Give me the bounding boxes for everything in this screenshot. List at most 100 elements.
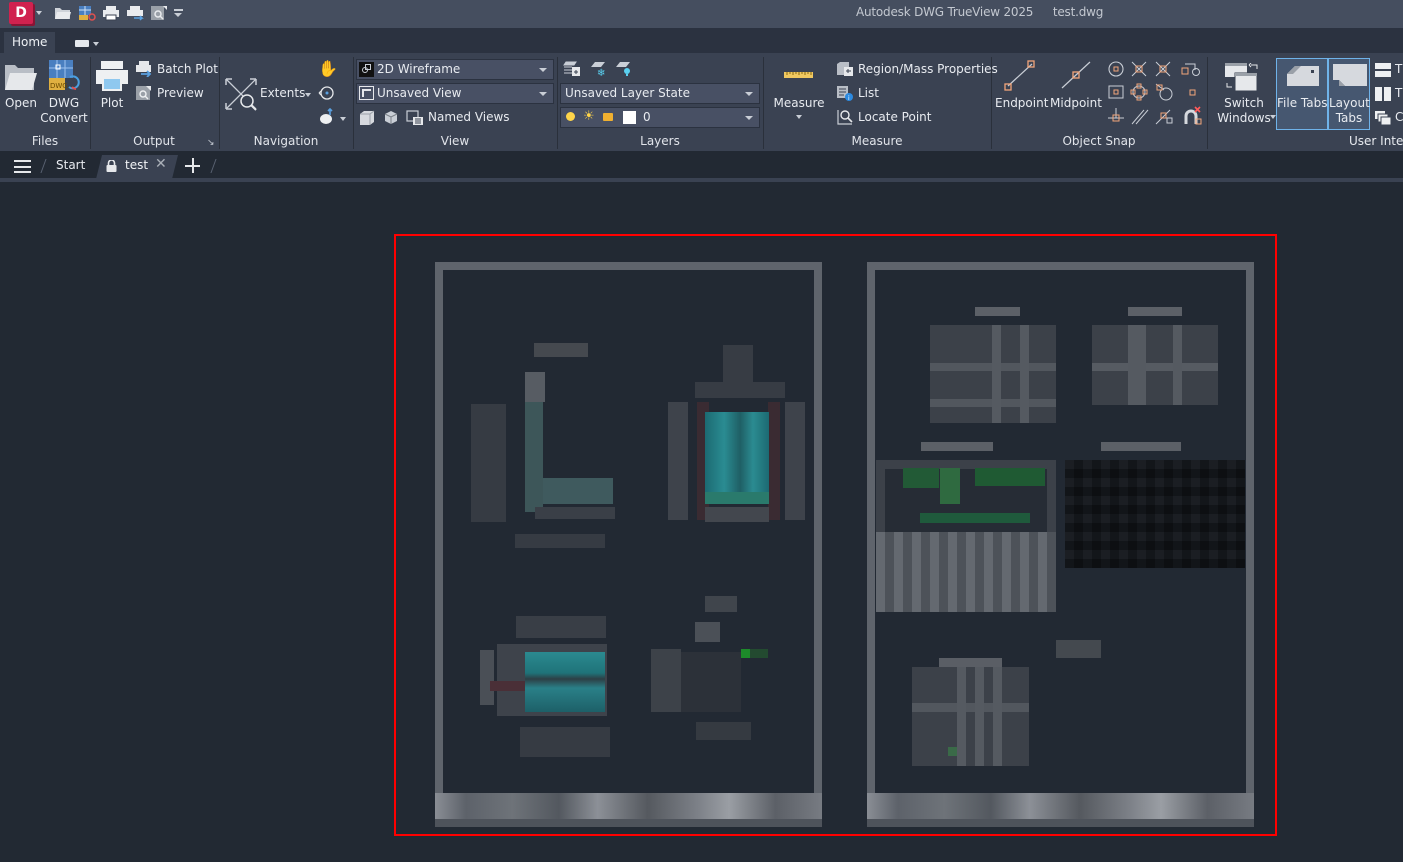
app-menu-chevron-icon[interactable] bbox=[36, 11, 42, 15]
tile-horizontally-icon[interactable] bbox=[1375, 63, 1391, 77]
panel-title-measure: Measure bbox=[851, 134, 903, 148]
region-mass-properties-button[interactable]: Region/Mass Properties bbox=[858, 62, 998, 76]
layout-tabs-icon bbox=[1333, 64, 1367, 86]
ribbon-minimize-button[interactable] bbox=[75, 40, 89, 47]
dialog-launcher-icon[interactable]: ↘ bbox=[207, 138, 215, 148]
preview-icon[interactable] bbox=[150, 5, 168, 21]
layer-dropdown[interactable]: ☀ 0 bbox=[560, 107, 760, 128]
tile-horizontally-label: T bbox=[1395, 62, 1403, 76]
dwg-convert-label-line1: DWG bbox=[48, 96, 80, 110]
extents-button[interactable]: Extents bbox=[260, 86, 305, 100]
chevron-down-icon bbox=[745, 92, 753, 96]
ribbon-tab-row: Home bbox=[0, 28, 1403, 53]
layer-freeze-icon[interactable]: ❄ bbox=[590, 61, 608, 77]
title-block-left bbox=[435, 793, 822, 827]
locate-point-button[interactable]: Locate Point bbox=[858, 110, 931, 124]
locate-point-icon bbox=[837, 110, 853, 125]
intersection-snap-icon[interactable] bbox=[1131, 61, 1147, 77]
title-block-right bbox=[867, 793, 1254, 827]
layer-properties-icon[interactable] bbox=[563, 61, 581, 77]
list-button[interactable]: List bbox=[858, 86, 879, 100]
dwg-convert-button[interactable]: DWG Convert bbox=[40, 96, 88, 126]
visual-style-dropdown[interactable]: 2D Wireframe bbox=[356, 59, 554, 80]
pan-hand-icon[interactable]: ✋ bbox=[318, 59, 338, 78]
steeringwheel-icon[interactable] bbox=[318, 108, 336, 126]
chevron-down-icon bbox=[745, 116, 753, 120]
perpendicular-snap-icon[interactable] bbox=[1108, 108, 1124, 122]
batch-plot-button[interactable]: Batch Plot bbox=[157, 62, 218, 76]
endpoint-button[interactable]: Endpoint bbox=[995, 96, 1048, 111]
named-view-dropdown[interactable]: Unsaved View bbox=[356, 83, 554, 104]
panel-title-navigation: Navigation bbox=[253, 134, 319, 148]
file-tab-bar: Start test ✕ bbox=[0, 151, 1403, 182]
named-views-button[interactable]: Named Views bbox=[428, 110, 510, 124]
app-menu-button[interactable]: D bbox=[9, 2, 33, 24]
snap-magnet-off-icon[interactable] bbox=[1184, 106, 1202, 125]
measure-ruler-icon[interactable] bbox=[784, 69, 814, 79]
parallel-snap-icon[interactable] bbox=[1131, 109, 1149, 125]
file-tabs-label: File Tabs bbox=[1277, 96, 1328, 110]
hamburger-menu-icon[interactable] bbox=[14, 160, 31, 173]
geometric-center-snap-icon[interactable] bbox=[1108, 85, 1124, 99]
center-snap-icon[interactable] bbox=[1108, 61, 1124, 77]
ribbon-minimize-chevron-icon[interactable] bbox=[93, 42, 99, 46]
midpoint-button[interactable]: Midpoint bbox=[1049, 96, 1103, 111]
layer-state-dropdown[interactable]: Unsaved Layer State bbox=[560, 83, 760, 104]
open-button[interactable]: Open bbox=[4, 96, 38, 111]
switch-windows-icon[interactable] bbox=[1225, 63, 1261, 93]
dwg-convert-icon[interactable]: DWG bbox=[48, 59, 82, 93]
new-tab-plus-icon[interactable] bbox=[185, 158, 200, 173]
steeringwheel-dropdown-icon[interactable] bbox=[340, 117, 346, 121]
extents-dropdown-icon[interactable] bbox=[305, 93, 311, 97]
quadrant-snap-icon[interactable] bbox=[1130, 83, 1148, 101]
region-mass-properties-icon bbox=[837, 62, 853, 76]
measure-dropdown-icon[interactable] bbox=[796, 115, 802, 119]
panel-title-output: Output bbox=[133, 134, 175, 148]
app-name: Autodesk DWG TrueView 2025 bbox=[856, 5, 1034, 19]
layout-tabs-toggle[interactable]: Layout Tabs bbox=[1328, 58, 1370, 130]
plot-button[interactable]: Plot bbox=[92, 96, 132, 111]
dwg-convert-label-line2: Convert bbox=[40, 111, 88, 125]
nearest-snap-icon[interactable] bbox=[1155, 109, 1173, 125]
tab-start[interactable]: Start bbox=[56, 158, 85, 172]
plot-icon[interactable] bbox=[95, 60, 129, 92]
tile-vertically-label: T bbox=[1395, 86, 1403, 100]
drawing-canvas[interactable] bbox=[0, 182, 1403, 862]
endpoint-snap-icon[interactable] bbox=[1002, 60, 1038, 92]
view-cube-icon[interactable] bbox=[358, 109, 376, 127]
orbit-icon[interactable] bbox=[318, 84, 336, 102]
layout-tabs-label-line1: Layout bbox=[1329, 96, 1370, 110]
named-view-value: Unsaved View bbox=[377, 86, 462, 100]
panel-divider bbox=[1207, 57, 1208, 149]
viewcube-toggle-icon[interactable] bbox=[383, 110, 399, 126]
chevron-down-icon bbox=[539, 68, 547, 72]
tangent-snap-icon[interactable] bbox=[1155, 83, 1173, 101]
osnap-grid bbox=[1108, 61, 1202, 125]
file-tabs-toggle[interactable]: File Tabs bbox=[1276, 58, 1328, 130]
panel-title-view: View bbox=[440, 134, 470, 148]
extension-snap-icon[interactable] bbox=[1181, 63, 1200, 76]
title-bar: D Autodesk DWG TrueView 2025 test.dwg bbox=[0, 0, 1403, 28]
tile-vertically-icon[interactable] bbox=[1375, 87, 1391, 101]
measure-button[interactable]: Measure bbox=[770, 96, 828, 111]
customize-quick-access-icon[interactable] bbox=[174, 9, 183, 17]
switch-windows-button[interactable]: Switch Windows bbox=[1212, 96, 1276, 126]
layer-off-icon[interactable] bbox=[615, 61, 633, 77]
batch-plot-icon[interactable] bbox=[126, 5, 144, 21]
zoom-extents-icon[interactable] bbox=[224, 77, 258, 111]
tab-home[interactable]: Home bbox=[4, 32, 56, 53]
open-folder-icon[interactable] bbox=[4, 61, 38, 93]
plot-icon[interactable] bbox=[102, 5, 120, 21]
midpoint-snap-icon[interactable] bbox=[1058, 60, 1094, 92]
preview-button[interactable]: Preview bbox=[157, 86, 204, 100]
dwg-convert-icon[interactable] bbox=[78, 5, 96, 21]
open-folder-icon[interactable] bbox=[54, 5, 72, 21]
close-tab-icon[interactable]: ✕ bbox=[155, 156, 167, 172]
window-title: Autodesk DWG TrueView 2025 test.dwg bbox=[856, 5, 1103, 19]
cascade-icon[interactable] bbox=[1375, 111, 1391, 125]
apparent-intersection-snap-icon[interactable] bbox=[1155, 61, 1171, 77]
unlock-icon bbox=[603, 113, 613, 121]
node-snap-icon[interactable] bbox=[1189, 89, 1196, 96]
named-views-icon bbox=[406, 110, 423, 125]
lock-icon bbox=[106, 160, 117, 172]
